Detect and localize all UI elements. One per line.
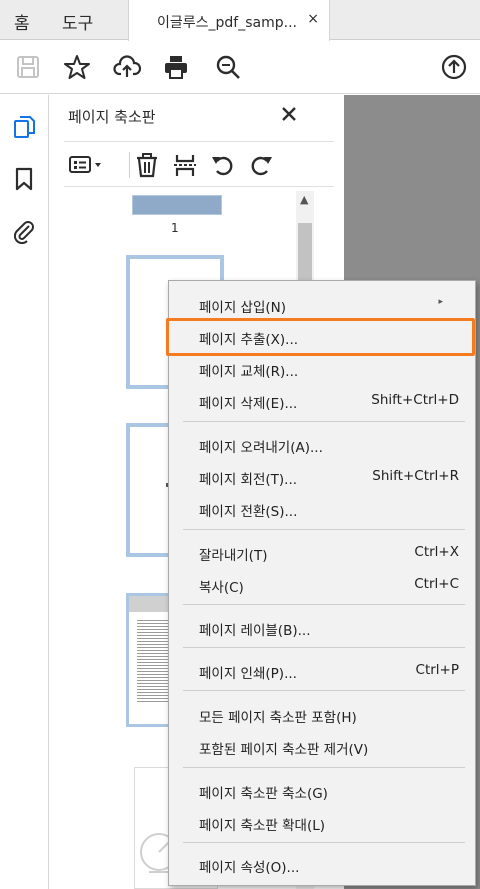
menu-item-shortcut: Ctrl+P <box>415 662 459 678</box>
upload-icon[interactable] <box>440 53 468 81</box>
menu-item-delete-page[interactable]: 페이지 삭제(E)... Shift+Ctrl+D <box>169 385 475 415</box>
menu-item-page-labels[interactable]: 페이지 레이블(B)... <box>169 612 475 642</box>
menu-item-label: 모든 페이지 축소판 포함(H) <box>199 710 357 726</box>
tab-bar: 홈 도구 이글루스_pdf_samp... × <box>0 0 480 41</box>
menu-item-label: 페이지 회전(T)... <box>199 472 298 488</box>
rotate-right-icon[interactable] <box>248 152 274 178</box>
tab-tools[interactable]: 도구 <box>62 9 93 34</box>
menu-item-label: 페이지 삽입(N) <box>199 300 287 316</box>
menu-item-label: 잘라내기(T) <box>199 548 268 564</box>
scroll-up-icon[interactable]: ▲ <box>300 193 308 206</box>
save-icon[interactable] <box>14 53 42 81</box>
highlight-box <box>166 318 475 356</box>
panel-toolbar <box>64 141 334 187</box>
menu-item-label: 페이지 삭제(E)... <box>199 396 298 412</box>
menu-separator <box>183 842 465 843</box>
menu-item-label: 포함된 페이지 축소판 제거(V) <box>199 742 369 758</box>
navigation-rail <box>0 95 49 889</box>
menu-item-remove-thumbnails[interactable]: 포함된 페이지 축소판 제거(V) <box>169 731 475 761</box>
page-thumbnail-1[interactable] <box>132 195 222 215</box>
menu-item-label: 페이지 속성(O)... <box>199 860 300 876</box>
context-menu: 페이지 삽입(N) ▸ 페이지 추출(X)... 페이지 교체(R)... 페이… <box>168 280 476 886</box>
menu-item-label: 페이지 축소판 확대(L) <box>199 818 325 834</box>
menu-item-copy[interactable]: 복사(C) Ctrl+C <box>169 569 475 599</box>
menu-item-shortcut: Shift+Ctrl+D <box>371 392 459 408</box>
submenu-arrow-icon: ▸ <box>438 297 443 307</box>
tab-home[interactable]: 홈 <box>14 9 30 34</box>
menu-item-label: 페이지 축소판 축소(G) <box>199 786 328 802</box>
menu-item-enlarge-thumbnails[interactable]: 페이지 축소판 확대(L) <box>169 807 475 837</box>
menu-separator <box>183 604 465 605</box>
menu-item-shortcut: Shift+Ctrl+R <box>372 468 459 484</box>
menu-item-label: 페이지 교체(R)... <box>199 364 299 380</box>
menu-item-label: 페이지 인쇄(P)... <box>199 666 297 682</box>
panel-close-icon[interactable] <box>280 105 298 123</box>
menu-item-label: 페이지 전환(S)... <box>199 504 298 520</box>
menu-item-label: 페이지 레이블(B)... <box>199 623 311 639</box>
attachment-icon[interactable] <box>11 218 37 245</box>
panel-title: 페이지 축소판 <box>68 108 156 126</box>
menu-separator <box>183 647 465 648</box>
toolbar <box>0 41 480 94</box>
menu-item-crop-page[interactable]: 페이지 오려내기(A)... <box>169 429 475 459</box>
menu-item-cut[interactable]: 잘라내기(T) Ctrl+X <box>169 537 475 567</box>
menu-separator <box>183 421 465 422</box>
tab-close-icon[interactable]: × <box>307 11 319 27</box>
menu-item-shortcut: Ctrl+C <box>414 576 459 592</box>
menu-item-label: 복사(C) <box>199 580 244 596</box>
page-thumbnails-icon[interactable] <box>11 114 37 140</box>
menu-item-page-transition[interactable]: 페이지 전환(S)... <box>169 493 475 523</box>
menu-item-page-properties[interactable]: 페이지 속성(O)... <box>169 849 475 879</box>
toolbar-divider <box>129 152 130 178</box>
menu-item-replace-page[interactable]: 페이지 교체(R)... <box>169 353 475 383</box>
menu-item-shortcut: Ctrl+X <box>414 544 459 560</box>
delete-icon[interactable] <box>134 152 160 178</box>
bookmark-icon[interactable] <box>11 166 37 192</box>
tab-document-title: 이글루스_pdf_samp... <box>157 15 297 31</box>
cloud-upload-icon[interactable] <box>113 53 142 81</box>
menu-item-label: 페이지 오려내기(A)... <box>199 440 323 456</box>
menu-item-insert-page[interactable]: 페이지 삽입(N) ▸ <box>169 289 475 319</box>
zoom-icon[interactable] <box>214 53 242 81</box>
menu-item-embed-thumbnails[interactable]: 모든 페이지 축소판 포함(H) <box>169 699 475 729</box>
menu-separator <box>183 690 465 691</box>
menu-item-print-pages[interactable]: 페이지 인쇄(P)... Ctrl+P <box>169 655 475 685</box>
print-icon[interactable] <box>162 53 190 81</box>
menu-separator <box>183 767 465 768</box>
star-icon[interactable] <box>63 53 91 81</box>
insert-page-icon[interactable] <box>172 152 198 178</box>
menu-separator <box>183 529 465 530</box>
tab-document[interactable]: 이글루스_pdf_samp... × <box>128 0 330 41</box>
options-menu-icon[interactable] <box>68 152 104 178</box>
menu-item-reduce-thumbnails[interactable]: 페이지 축소판 축소(G) <box>169 775 475 805</box>
rotate-left-icon[interactable] <box>210 152 236 178</box>
menu-item-rotate-page[interactable]: 페이지 회전(T)... Shift+Ctrl+R <box>169 461 475 491</box>
page-number-label: 1 <box>171 221 179 235</box>
